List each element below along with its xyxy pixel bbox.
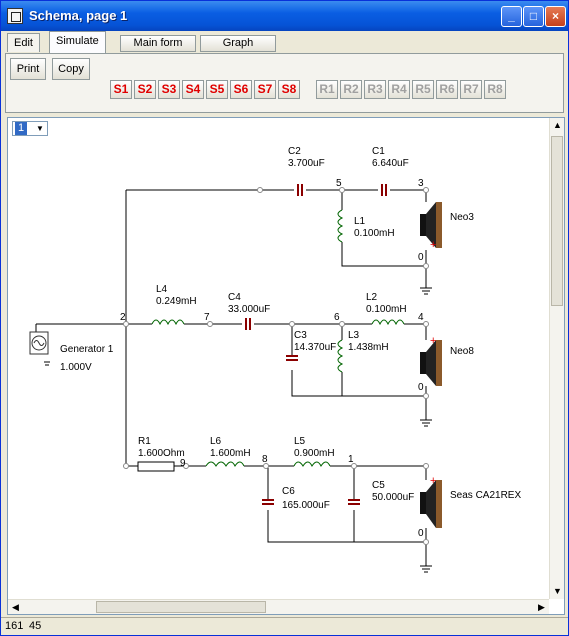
l6-value: 1.600mH xyxy=(210,448,251,459)
c4-name: C4 xyxy=(228,292,241,303)
speaker-name-2: Neo8 xyxy=(450,346,474,357)
node-label-1: 1 xyxy=(348,454,354,465)
title-bar: Schema, page 1 _ □ × xyxy=(1,1,568,31)
svg-text:+: + xyxy=(430,335,436,347)
generator-value: 1.000V xyxy=(60,362,92,373)
generator-name: Generator 1 xyxy=(60,344,114,355)
toolbar-panel: Print Copy S1 S2 S3 S4 S5 S6 S7 S8 R1 R2 R3 R4 R5 R6 R… xyxy=(5,53,564,113)
r-button-3: R3 xyxy=(364,80,386,99)
speaker-seas[interactable]: + xyxy=(420,475,442,528)
node-label-5: 5 xyxy=(336,178,342,189)
schema-window: Schema, page 1 _ □ × Edit Simulate Main … xyxy=(0,0,569,636)
c3-value: 14.370uF xyxy=(294,342,336,353)
l3-name: L3 xyxy=(348,330,360,341)
s-button-2[interactable]: S2 xyxy=(134,80,156,99)
r1-name: R1 xyxy=(138,436,151,447)
c4-value: 33.000uF xyxy=(228,304,270,315)
status-x: 161 xyxy=(5,620,24,632)
status-y: 45 xyxy=(29,620,42,632)
node-label-0a: 0 xyxy=(418,252,424,263)
scroll-up-icon[interactable]: ▲ xyxy=(550,118,565,133)
l1-name: L1 xyxy=(354,216,366,227)
r-button-2: R2 xyxy=(340,80,362,99)
horizontal-scrollbar[interactable]: ◀ ▶ xyxy=(8,599,549,614)
node-label-7: 7 xyxy=(204,312,210,323)
speaker-name-1: Neo3 xyxy=(450,212,474,223)
l2-value: 0.100mH xyxy=(366,304,407,315)
scroll-right-icon[interactable]: ▶ xyxy=(534,600,549,615)
c2-name: C2 xyxy=(288,146,301,157)
node-label-3: 3 xyxy=(418,178,424,189)
c1-name: C1 xyxy=(372,146,385,157)
s-button-1[interactable]: S1 xyxy=(110,80,132,99)
l4-name: L4 xyxy=(156,284,168,295)
speaker-neo8[interactable]: + xyxy=(420,335,442,386)
c1-value: 6.640uF xyxy=(372,158,409,169)
node-label-0c: 0 xyxy=(418,528,424,539)
l2-name: L2 xyxy=(366,292,378,303)
scroll-left-icon[interactable]: ◀ xyxy=(8,600,23,615)
svg-text:+: + xyxy=(430,475,436,487)
app-icon xyxy=(7,8,23,24)
schematic-canvas[interactable]: 1 ▼ + + + C2 3.700uF C1 6.640uF L1 0.100… xyxy=(7,117,565,615)
c6-name: C6 xyxy=(282,486,295,497)
window-title: Schema, page 1 xyxy=(29,8,128,23)
l1-value: 0.100mH xyxy=(354,228,395,239)
schematic-diagram: + + + C2 3.700uF C1 6.640uF L1 0.100mH L… xyxy=(29,146,521,573)
r-button-1: R1 xyxy=(316,80,338,99)
l6-name: L6 xyxy=(210,436,222,447)
graph-button[interactable]: Graph xyxy=(200,35,276,52)
vertical-scroll-thumb[interactable] xyxy=(551,136,563,306)
tab-edit[interactable]: Edit xyxy=(7,33,40,52)
node-label-9: 9 xyxy=(180,458,186,469)
status-bar: 161 45 xyxy=(1,617,568,635)
close-button[interactable]: × xyxy=(545,6,566,27)
l3-value: 1.438mH xyxy=(348,342,389,353)
l5-name: L5 xyxy=(294,436,306,447)
l5-value: 0.900mH xyxy=(294,448,335,459)
menu-row: Edit Simulate Main form Graph xyxy=(1,31,568,53)
node-label-6: 6 xyxy=(334,312,340,323)
r1-value: 1.600Ohm xyxy=(138,448,185,459)
inductors xyxy=(151,209,405,468)
c5-name: C5 xyxy=(372,480,385,491)
tab-simulate[interactable]: Simulate xyxy=(49,31,106,53)
s-button-6[interactable]: S6 xyxy=(230,80,252,99)
r-button-8: R8 xyxy=(484,80,506,99)
s-button-7[interactable]: S7 xyxy=(254,80,276,99)
s-button-3[interactable]: S3 xyxy=(158,80,180,99)
minimize-button[interactable]: _ xyxy=(501,6,522,27)
node-label-2: 2 xyxy=(120,312,126,323)
c5-value: 50.000uF xyxy=(372,492,414,503)
node-label-0b: 0 xyxy=(418,382,424,393)
main-form-button[interactable]: Main form xyxy=(120,35,196,52)
resistor-r1[interactable] xyxy=(137,461,175,472)
node-label-8: 8 xyxy=(262,454,268,465)
node-label-4: 4 xyxy=(418,312,424,323)
s-button-8[interactable]: S8 xyxy=(278,80,300,99)
vertical-scrollbar[interactable]: ▲ ▼ xyxy=(549,118,564,599)
scroll-down-icon[interactable]: ▼ xyxy=(550,584,565,599)
s-button-4[interactable]: S4 xyxy=(182,80,204,99)
c3-name: C3 xyxy=(294,330,307,341)
maximize-button[interactable]: □ xyxy=(523,6,544,27)
r-button-4: R4 xyxy=(388,80,410,99)
copy-button[interactable]: Copy xyxy=(52,58,90,80)
r-button-6: R6 xyxy=(436,80,458,99)
c6-value: 165.000uF xyxy=(282,500,330,511)
c2-value: 3.700uF xyxy=(288,158,325,169)
speaker-neo3[interactable]: + xyxy=(420,202,442,251)
horizontal-scroll-thumb[interactable] xyxy=(96,601,266,613)
r-button-5: R5 xyxy=(412,80,434,99)
l4-value: 0.249mH xyxy=(156,296,197,307)
print-button[interactable]: Print xyxy=(10,58,46,80)
speaker-name-3: Seas CA21REX xyxy=(450,490,521,501)
r-button-7: R7 xyxy=(460,80,482,99)
svg-text:+: + xyxy=(430,239,436,251)
s-button-5[interactable]: S5 xyxy=(206,80,228,99)
generator-symbol[interactable] xyxy=(29,331,49,355)
wires xyxy=(35,189,432,573)
